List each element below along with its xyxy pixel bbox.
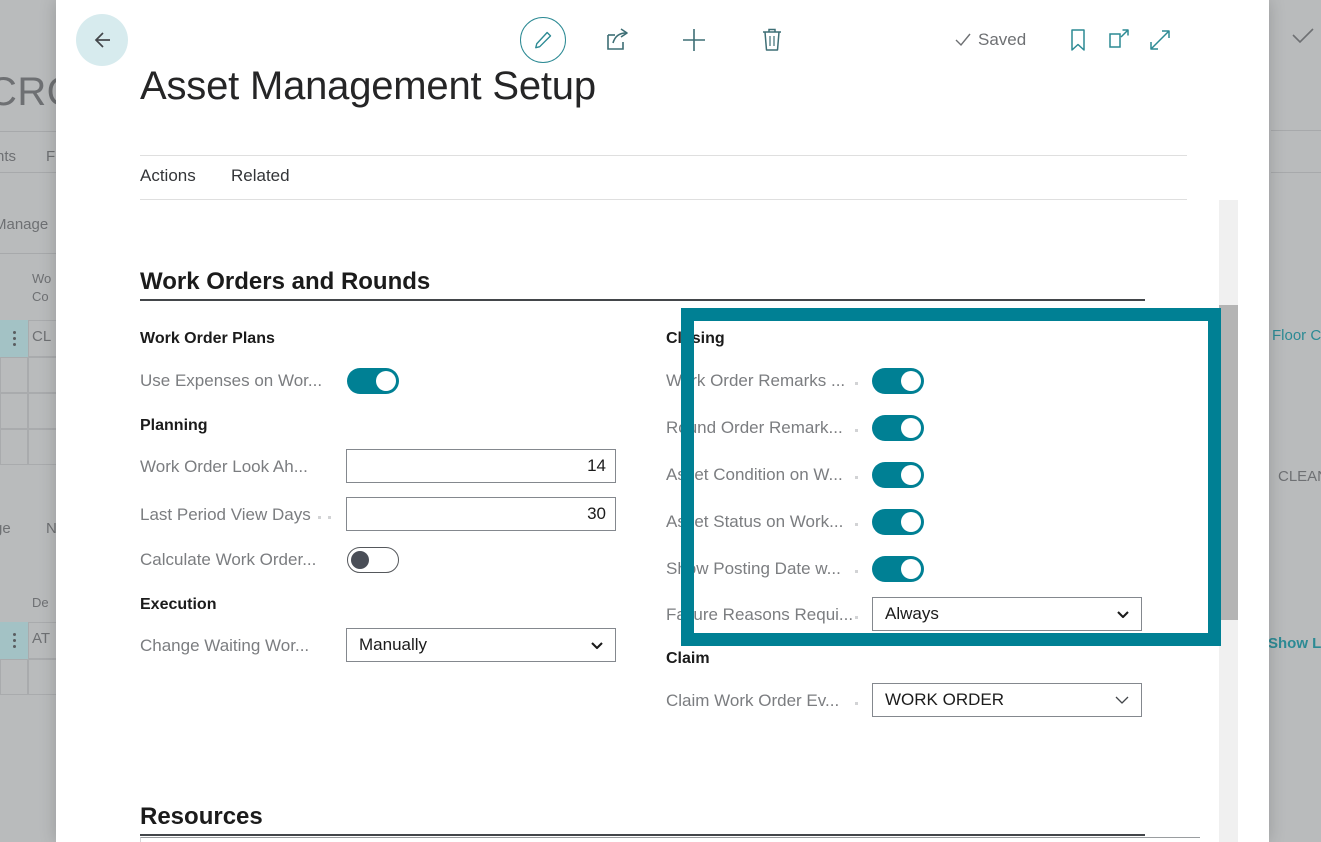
toggle-asset-condition-on-work-order[interactable] [872,462,924,488]
field-label-claim-work-order-event: Claim Work Order Ev... [666,691,840,710]
background-right-link-top: Floor C [1272,327,1321,344]
tabstrip-top-divider [140,155,1187,156]
leader-dots [855,616,858,619]
background-menu: Manage [0,216,49,233]
section-heading-work-orders: Work Orders and Rounds [140,268,431,295]
tab-actions[interactable]: Actions [140,166,196,186]
popout-icon [1109,29,1129,48]
background-col-header-line1: Wo [32,271,52,286]
row-menu-icon [12,633,16,648]
section-heading-resources: Resources [140,803,263,830]
leader-dots [855,382,858,385]
select-value-change-waiting-work-order: Manually [359,635,428,654]
background-row2-selector [0,622,28,659]
toggle-asset-status-on-work-order[interactable] [872,509,924,535]
toggle-calculate-work-order[interactable] [347,547,399,573]
field-label-asset-condition-on-work-order: Asset Condition on W... [666,465,843,484]
select-change-waiting-work-order[interactable]: Manually [346,628,616,662]
field-label-work-order-look-ahead: Work Order Look Ah... [140,457,308,476]
select-failure-reasons-required[interactable]: Always [872,597,1142,631]
chevron-down-icon [1117,611,1129,619]
background-lower-menu-a: ge [0,520,11,537]
group-heading-execution: Execution [140,596,217,613]
toggle-show-posting-date[interactable] [872,556,924,582]
background-row-selector [0,320,28,357]
leader-dots [855,570,858,573]
leader-dots [855,429,858,432]
row-menu-icon [12,331,16,346]
new-button[interactable] [678,24,710,56]
field-label-show-posting-date: Show Posting Date w... [666,559,841,578]
background-right-text: CLEAN [1278,468,1321,485]
group-heading-work-order-plans: Work Order Plans [140,330,275,347]
input-last-period-view-days[interactable]: 30 [346,497,616,531]
section-divider-work-orders [140,299,1145,301]
group-heading-claim: Claim [666,650,710,667]
resources-grid-preview [140,837,1200,842]
background-tab-b: F [46,148,56,165]
background-right-link-bottom: Show L [1268,635,1321,652]
background-row2-value: AT [32,630,51,647]
save-status-label: Saved [978,30,1027,49]
form-content: Work Orders and Rounds Work Order Plans … [56,200,1269,842]
trash-icon [763,28,781,51]
group-heading-closing: Closing [666,330,725,347]
background-row1-value: CL [32,328,52,345]
save-status: Saved [954,30,1026,50]
group-heading-planning: Planning [140,417,208,434]
open-in-new-window-button[interactable] [1104,24,1134,56]
leader-dots [318,516,331,519]
field-label-change-waiting-work-order: Change Waiting Wor... [140,636,310,655]
chevron-down-icon [591,642,603,650]
check-icon [955,33,971,47]
leader-dots [855,702,858,705]
select-value-claim-work-order-event: WORK ORDER [885,690,1004,709]
field-label-round-order-remarks: Round Order Remark... [666,418,843,437]
select-value-failure-reasons-required: Always [885,604,939,623]
leader-dots [855,523,858,526]
section-divider-resources [140,834,1145,836]
setup-page-card: Saved Asset Management Setup Actions Rel… [56,0,1269,842]
field-label-work-order-remarks: Work Order Remarks ... [666,371,846,390]
field-label-calculate-work-order: Calculate Work Order... [140,550,317,569]
background-col-header-line2: Co [32,289,49,304]
field-label-asset-status-on-work-order: Asset Status on Work... [666,512,844,531]
background-tab-a: nts [0,148,17,165]
tab-related[interactable]: Related [231,166,290,186]
edit-button[interactable] [520,17,566,63]
field-label-use-expenses: Use Expenses on Wor... [140,371,323,390]
toggle-work-order-remarks[interactable] [872,368,924,394]
expand-button[interactable] [1145,24,1175,56]
plus-icon [683,29,705,51]
bookmark-icon [1071,29,1085,51]
share-icon [607,28,628,50]
background-check-icon [1292,28,1314,44]
app-root: CRO nts F Manage Wo Co CL ge N De AT [0,0,1321,842]
expand-diagonal-icon [1150,30,1170,50]
content-scrollbar-thumb[interactable] [1219,305,1238,620]
field-label-failure-reasons-required: Failure Reasons Requi... [666,605,854,624]
page-title: Asset Management Setup [140,64,596,108]
leader-dots [855,476,858,479]
chevron-down-icon [1115,696,1129,704]
background-lower-col-header: De [32,595,49,610]
input-work-order-look-ahead[interactable]: 14 [346,449,616,483]
bookmark-button[interactable] [1064,24,1092,56]
field-label-last-period-view-days: Last Period View Days [140,505,311,524]
select-claim-work-order-event[interactable]: WORK ORDER [872,683,1142,717]
delete-button[interactable] [756,24,788,56]
toggle-round-order-remarks[interactable] [872,415,924,441]
share-button[interactable] [601,24,633,56]
toggle-use-expenses-on-work-orders[interactable] [347,368,399,394]
pencil-icon [535,31,552,49]
